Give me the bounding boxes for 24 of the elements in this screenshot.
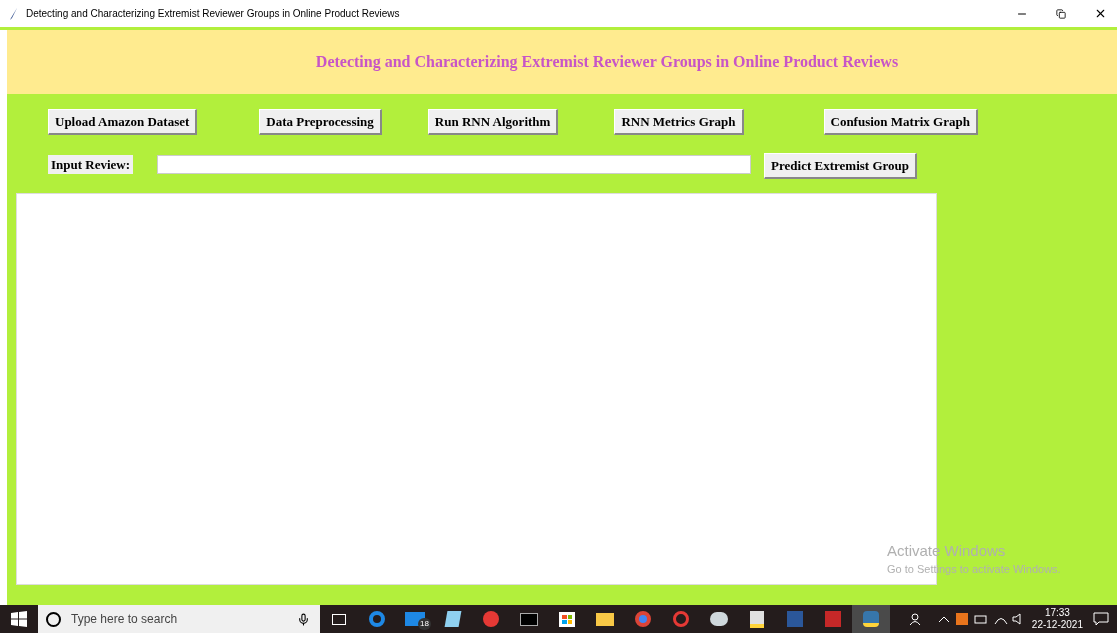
clock-time: 17:33 bbox=[1044, 607, 1070, 619]
action-button[interactable]: Run RNN Algorithm bbox=[427, 109, 559, 135]
action-button[interactable]: Upload Amazon Dataset bbox=[48, 109, 198, 135]
restore-icon[interactable] bbox=[1056, 8, 1066, 19]
battery-icon[interactable] bbox=[973, 614, 988, 624]
search-placeholder: Type here to search bbox=[71, 611, 179, 628]
predict-button[interactable]: Predict Extremist Group bbox=[764, 153, 918, 179]
clock-date: 22-12-2021 bbox=[1031, 619, 1083, 631]
review-input-field[interactable] bbox=[157, 154, 752, 174]
notification-icon[interactable] bbox=[1093, 612, 1109, 626]
activation-message: Go to Settings to activate Windows. bbox=[887, 562, 1061, 577]
search-box[interactable]: Type here to search bbox=[38, 605, 320, 633]
action-button[interactable]: Confusion Matrix Graph bbox=[823, 109, 978, 135]
close-icon[interactable] bbox=[1094, 7, 1107, 20]
app-title: Detecting and Characterizing Extremist Reviewer Groups in Online Product Reviews bbox=[315, 52, 899, 73]
cortana-icon bbox=[46, 611, 61, 627]
clock[interactable]: 17:33 22-12-2021 bbox=[1031, 607, 1083, 631]
window-title: Detecting and Characterizing Extremist Reviewer Groups in Online Product Reviews bbox=[26, 7, 400, 21]
action-button[interactable]: RNN Metrics Graph bbox=[614, 109, 744, 135]
input-label: Input Review: bbox=[48, 154, 134, 174]
microphone-icon[interactable] bbox=[297, 612, 310, 626]
action-button[interactable]: Data Preprocessing bbox=[259, 109, 382, 135]
mail-badge: 18 bbox=[418, 618, 431, 630]
chevron-up-icon[interactable] bbox=[937, 615, 950, 623]
